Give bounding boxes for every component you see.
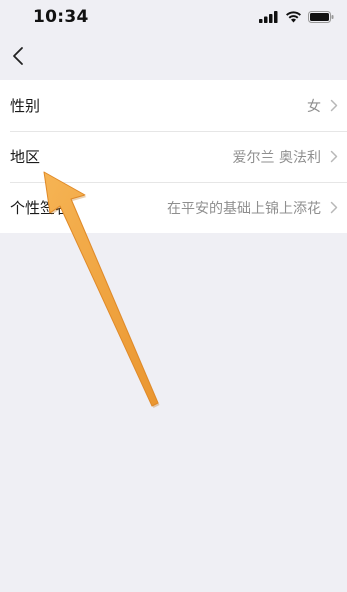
chevron-left-icon (12, 46, 24, 70)
status-bar: 10:34 (0, 0, 347, 36)
region-label: 地区 (10, 148, 41, 166)
gender-row[interactable]: 性别 女 (0, 80, 347, 131)
signature-label: 个性签名 (10, 199, 71, 217)
chevron-right-icon (329, 201, 339, 215)
back-button[interactable] (2, 42, 34, 74)
region-value: 爱尔兰 奥法利 (232, 149, 321, 166)
signature-row[interactable]: 个性签名 在平安的基础上锦上添花 (0, 182, 347, 233)
status-time: 10:34 (33, 7, 89, 27)
signature-value: 在平安的基础上锦上添花 (167, 200, 321, 217)
settings-list: 性别 女 地区 爱尔兰 奥法利 个性签名 在平安的基础上锦上添花 (0, 80, 347, 233)
region-row[interactable]: 地区 爱尔兰 奥法利 (0, 131, 347, 182)
signal-icon (259, 8, 279, 27)
battery-icon (308, 8, 334, 27)
wifi-icon (285, 8, 302, 27)
navigation-bar (0, 36, 347, 80)
gender-value: 女 (307, 98, 321, 115)
gender-label: 性别 (10, 97, 41, 115)
chevron-right-icon (329, 150, 339, 164)
chevron-right-icon (329, 99, 339, 113)
status-icons (259, 10, 334, 24)
